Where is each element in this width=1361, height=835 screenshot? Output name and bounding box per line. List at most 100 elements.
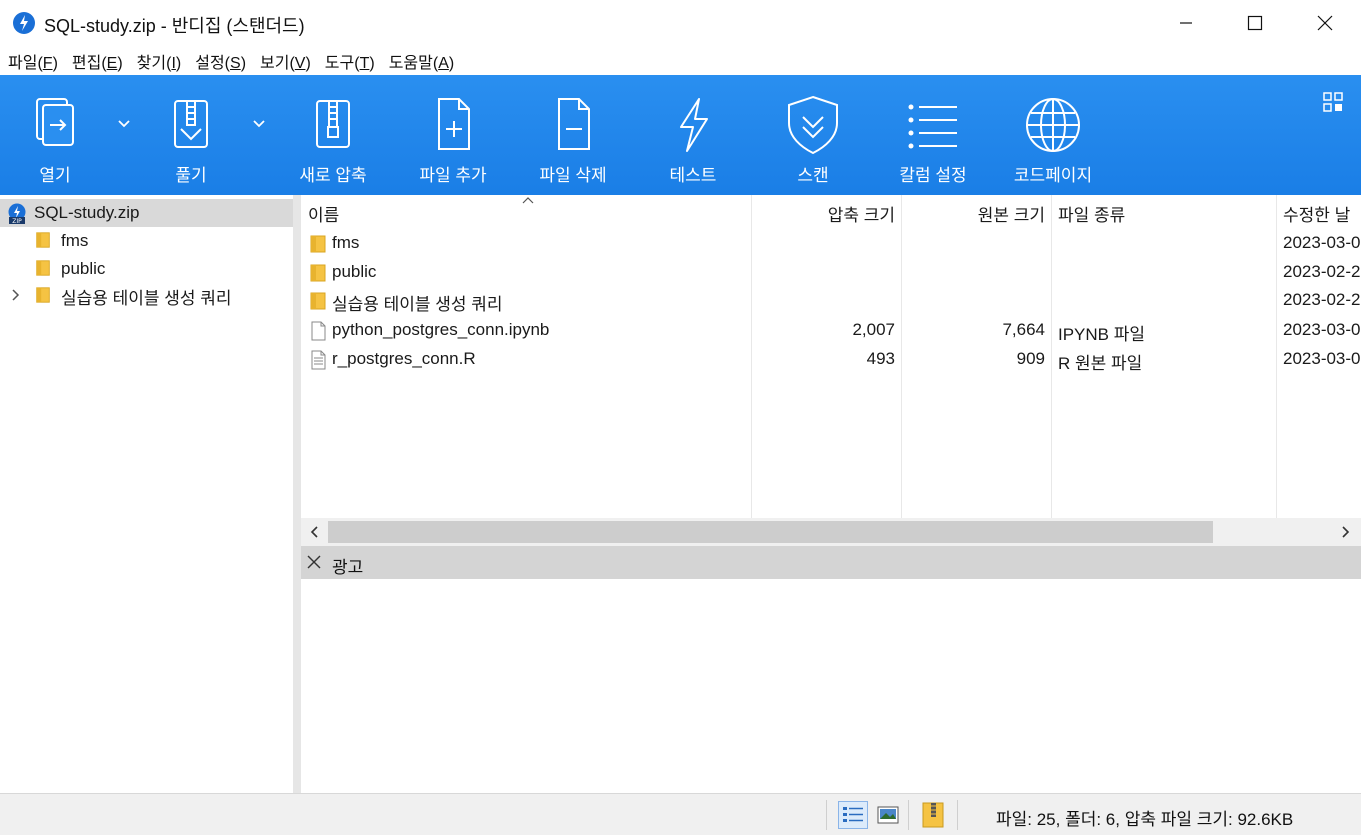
file-name: public <box>332 262 377 281</box>
window-title: SQL-study.zip - 반디집 (스탠더드) <box>44 16 305 36</box>
delete-files-label: 파일 삭제 <box>539 166 607 185</box>
column-header-type[interactable]: 파일 종류 <box>1058 195 1125 231</box>
codepage-label: 코드페이지 <box>1013 166 1093 185</box>
tree-item-public[interactable]: public <box>0 255 293 283</box>
file-row[interactable]: r_postgres_conn.R 493 909 R 원본 파일 2023-0… <box>301 345 1361 374</box>
chevron-right-icon[interactable] <box>8 287 24 303</box>
details-view-button[interactable] <box>838 801 868 829</box>
file-row[interactable]: public 2023-02-2 <box>301 258 1361 287</box>
title-bar: SQL-study.zip - 반디집 (스탠더드) <box>0 0 1361 46</box>
menu-settings[interactable]: 설정(S) <box>195 49 246 73</box>
menu-bar: 파일(F) 편집(E) 찾기(I) 설정(S) 보기(V) 도구(T) 도움말(… <box>0 46 1361 75</box>
column-header-name[interactable]: 이름 <box>308 195 339 231</box>
file-modified: 2023-02-2 <box>1283 290 1361 309</box>
ad-panel-body <box>301 579 1361 793</box>
tree-item-fms[interactable]: fms <box>0 227 293 255</box>
scan-button[interactable]: 스캔 <box>758 75 868 195</box>
column-header-original-size[interactable]: 원본 크기 <box>903 195 1045 231</box>
tree-item-practice-queries[interactable]: 실습용 테이블 생성 쿼리 <box>0 282 293 310</box>
new-archive-icon <box>316 100 350 148</box>
folder-icon <box>310 292 326 310</box>
file-original-size: 909 <box>1016 349 1045 368</box>
folder-icon <box>36 232 50 248</box>
file-row[interactable]: fms 2023-03-0 <box>301 229 1361 258</box>
file-name: fms <box>332 233 360 252</box>
close-button[interactable] <box>1290 0 1360 46</box>
bandizip-app-icon <box>13 12 35 34</box>
columns-label: 칼럼 설정 <box>899 166 967 185</box>
status-summary: 파일: 25, 폴더: 6, 압축 파일 크기: 92.6KB <box>996 810 1294 829</box>
open-dropdown-chevron-icon[interactable] <box>114 113 134 133</box>
delete-file-icon <box>558 98 590 150</box>
maximize-button[interactable] <box>1220 0 1290 46</box>
archive-info-icon[interactable] <box>920 801 946 829</box>
extract-dropdown-chevron-icon[interactable] <box>249 113 269 133</box>
file-packed-size: 2,007 <box>852 320 895 339</box>
codepage-button[interactable]: 코드페이지 <box>998 75 1108 195</box>
status-separator <box>826 800 827 830</box>
file-type: IPYNB 파일 <box>1058 325 1146 344</box>
minimize-button[interactable] <box>1151 0 1221 46</box>
column-header-modified[interactable]: 수정한 날 <box>1283 195 1350 231</box>
columns-button[interactable]: 칼럼 설정 <box>878 75 988 195</box>
svg-text:ZIP: ZIP <box>12 218 22 225</box>
column-header-packed-size[interactable]: 압축 크기 <box>753 195 895 231</box>
open-label: 열기 <box>39 166 71 185</box>
delete-files-button[interactable]: 파일 삭제 <box>518 75 628 195</box>
menu-view[interactable]: 보기(V) <box>260 49 311 73</box>
tree-item-label: 실습용 테이블 생성 쿼리 <box>61 288 232 308</box>
menu-help[interactable]: 도움말(A) <box>389 49 455 73</box>
ad-label: 광고 <box>332 558 364 577</box>
add-files-label: 파일 추가 <box>419 166 487 185</box>
shield-icon <box>788 95 838 155</box>
open-button[interactable]: 열기 <box>0 75 110 195</box>
open-archive-icon <box>36 98 74 146</box>
file-name: python_postgres_conn.ipynb <box>332 320 550 339</box>
file-type: R 원본 파일 <box>1058 354 1143 373</box>
scroll-left-icon[interactable] <box>307 524 323 540</box>
folder-tree: ZIP SQL-study.zip fms public 실습용 테이블 생성 … <box>0 195 296 793</box>
new-archive-label: 새로 압축 <box>299 166 367 185</box>
folder-icon <box>310 235 326 253</box>
add-files-button[interactable]: 파일 추가 <box>398 75 508 195</box>
test-button[interactable]: 테스트 <box>638 75 748 195</box>
menu-file[interactable]: 파일(F) <box>8 49 58 73</box>
horizontal-scrollbar[interactable] <box>301 518 1361 546</box>
panel-splitter[interactable] <box>293 195 301 793</box>
thumbnail-view-icon[interactable] <box>877 804 899 826</box>
sort-ascending-icon <box>522 197 534 204</box>
close-icon <box>1317 15 1333 31</box>
file-list: 이름 압축 크기 원본 크기 파일 종류 수정한 날 fms 2023-03-0… <box>301 195 1361 518</box>
menu-edit[interactable]: 편집(E) <box>72 49 123 73</box>
file-name: 실습용 테이블 생성 쿼리 <box>332 295 503 314</box>
status-bar: 파일: 25, 폴더: 6, 압축 파일 크기: 92.6KB <box>0 793 1361 835</box>
folder-icon <box>36 287 50 303</box>
list-columns-icon <box>908 104 957 149</box>
text-file-icon <box>311 350 326 370</box>
test-label: 테스트 <box>669 166 717 185</box>
tree-item-label: fms <box>61 231 89 250</box>
details-view-icon <box>843 807 863 822</box>
scan-label: 스캔 <box>797 166 829 185</box>
folder-icon <box>36 260 50 276</box>
zip-archive-icon: ZIP <box>8 203 26 225</box>
close-icon[interactable] <box>305 553 323 571</box>
tree-item-root[interactable]: ZIP SQL-study.zip <box>0 199 293 227</box>
file-modified: 2023-03-0 <box>1283 320 1361 339</box>
file-row[interactable]: 실습용 테이블 생성 쿼리 2023-02-2 <box>301 286 1361 315</box>
new-archive-button[interactable]: 새로 압축 <box>278 75 388 195</box>
menu-find[interactable]: 찾기(I) <box>137 49 182 73</box>
maximize-icon <box>1247 15 1263 31</box>
scrollbar-thumb[interactable] <box>328 521 1213 543</box>
blank-file-icon <box>311 321 326 341</box>
lightning-icon <box>680 98 708 152</box>
layout-toggle-icon[interactable] <box>1322 91 1344 113</box>
file-original-size: 7,664 <box>1002 320 1045 339</box>
scroll-right-icon[interactable] <box>1337 524 1353 540</box>
minimize-icon <box>1180 22 1192 24</box>
file-row[interactable]: python_postgres_conn.ipynb 2,007 7,664 I… <box>301 316 1361 345</box>
file-modified: 2023-03-0 <box>1283 349 1361 368</box>
menu-tools[interactable]: 도구(T) <box>325 49 375 73</box>
extract-button[interactable]: 풀기 <box>136 75 246 195</box>
extract-zip-icon <box>174 100 208 148</box>
